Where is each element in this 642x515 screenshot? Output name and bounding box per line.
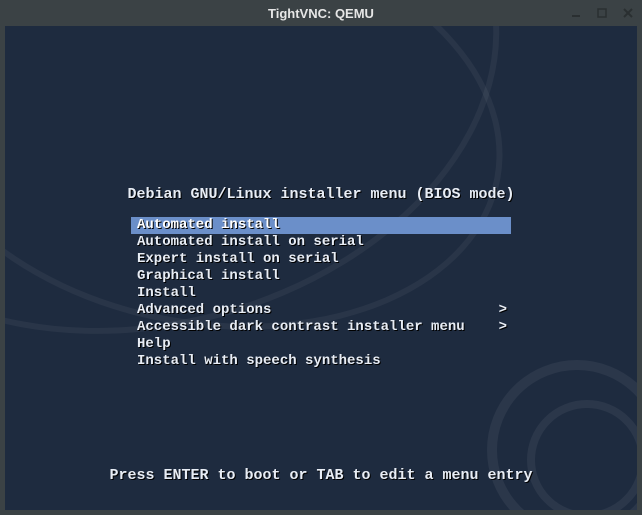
maximize-button[interactable]	[594, 5, 610, 21]
boot-menu-item[interactable]: Automated install on serial	[131, 234, 511, 251]
boot-menu-item[interactable]: Expert install on serial	[131, 251, 511, 268]
boot-menu-item-label: Accessible dark contrast installer menu	[137, 319, 465, 335]
boot-menu-item[interactable]: Install	[131, 285, 511, 302]
boot-menu-item[interactable]: Graphical install	[131, 268, 511, 285]
boot-menu-item[interactable]: Automated install	[131, 217, 511, 234]
boot-menu-item-label: Advanced options	[137, 302, 271, 318]
boot-menu-item-label: Install	[137, 285, 196, 301]
boot-menu-item-label: Expert install on serial	[137, 251, 339, 267]
boot-menu-title: Debian GNU/Linux installer menu (BIOS mo…	[127, 186, 514, 203]
boot-menu-item[interactable]: Install with speech synthesis	[131, 353, 511, 370]
boot-menu-item-label: Automated install	[137, 217, 280, 233]
boot-menu-footer-hint: Press ENTER to boot or TAB to edit a men…	[5, 467, 637, 484]
boot-menu-item-label: Help	[137, 336, 171, 352]
boot-menu-item-label: Automated install on serial	[137, 234, 364, 250]
boot-menu-item-label: Graphical install	[137, 268, 280, 284]
vnc-viewport: Debian GNU/Linux installer menu (BIOS mo…	[5, 26, 637, 510]
window-titlebar: TightVNC: QEMU	[0, 0, 642, 26]
debian-swirl-icon	[487, 360, 637, 510]
boot-menu: Debian GNU/Linux installer menu (BIOS mo…	[5, 186, 637, 370]
boot-menu-item-label: Install with speech synthesis	[137, 353, 381, 369]
debian-swirl-icon	[527, 400, 637, 510]
boot-menu-item[interactable]: Accessible dark contrast installer menu >	[131, 319, 511, 336]
boot-menu-item[interactable]: Help	[131, 336, 511, 353]
boot-menu-list: Automated installAutomated install on se…	[131, 217, 511, 370]
window-title: TightVNC: QEMU	[268, 6, 374, 21]
submenu-arrow-icon: >	[499, 302, 507, 319]
close-button[interactable]	[620, 5, 636, 21]
boot-menu-item[interactable]: Advanced options >	[131, 302, 511, 319]
minimize-button[interactable]	[568, 5, 584, 21]
window-controls	[568, 0, 636, 26]
submenu-arrow-icon: >	[499, 319, 507, 336]
